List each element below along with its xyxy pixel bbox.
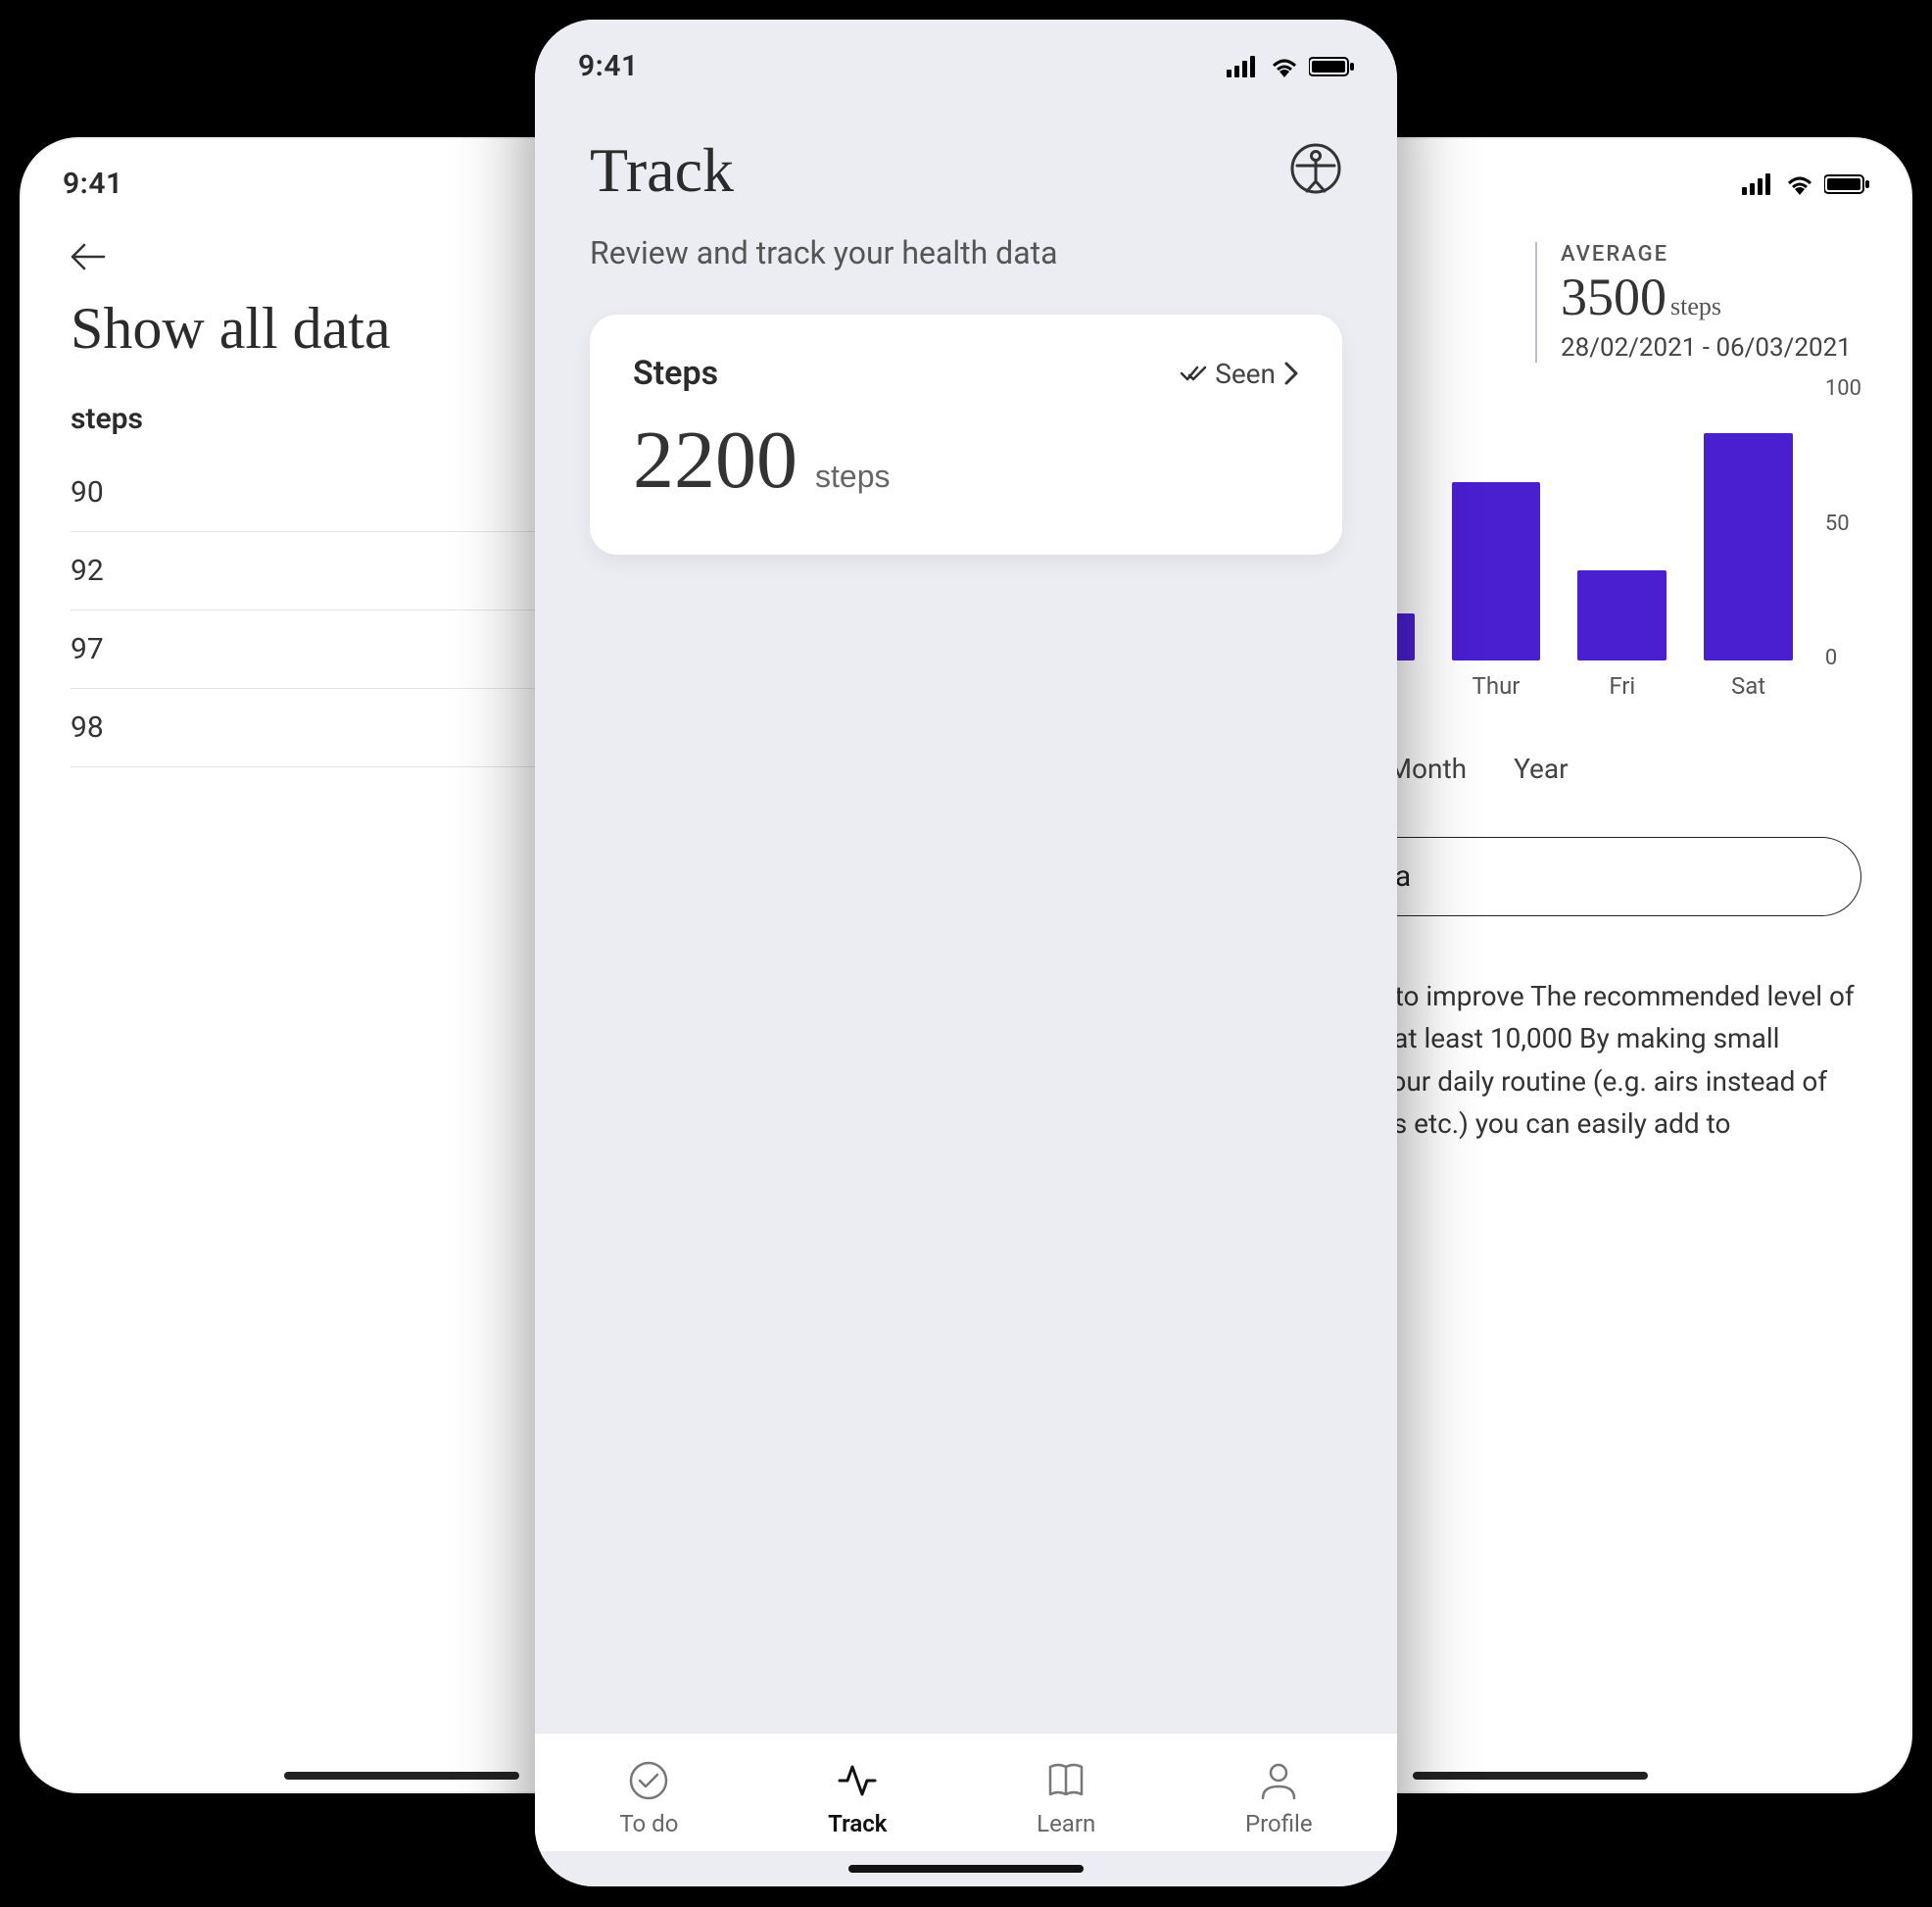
chart-ylabel: 0 xyxy=(1825,646,1861,670)
back-arrow-icon[interactable] xyxy=(71,238,106,279)
tab-year[interactable]: Year xyxy=(1514,753,1569,798)
battery-icon xyxy=(1824,173,1869,195)
cellular-icon xyxy=(1227,56,1260,77)
wifi-icon xyxy=(1785,173,1814,195)
row-value: 97 xyxy=(71,632,104,666)
home-indicator[interactable] xyxy=(848,1865,1084,1873)
nav-todo[interactable]: To do xyxy=(602,1753,696,1843)
average-unit: steps xyxy=(1670,292,1721,320)
phone-track: 9:41 Track Review and track your health … xyxy=(535,20,1397,1886)
home-indicator[interactable] xyxy=(284,1772,519,1780)
page-subtitle: Review and track your health data xyxy=(590,234,1342,271)
bottom-nav: To do Track Learn Profile xyxy=(535,1733,1397,1851)
metric-unit: steps xyxy=(815,459,890,495)
row-value: 90 xyxy=(71,475,104,510)
chart-ylabel: 50 xyxy=(1825,512,1861,536)
average-range: 28/02/2021 - 06/03/2021 xyxy=(1561,333,1861,363)
status-bar: 9:41 xyxy=(535,20,1397,91)
chart-xlabel: Thur xyxy=(1452,672,1541,700)
page-title: Track xyxy=(590,134,734,207)
cellular-icon xyxy=(1742,173,1775,195)
battery-icon xyxy=(1309,56,1354,77)
card-title: Steps xyxy=(633,354,718,393)
summary-average: AVERAGE 3500steps 28/02/2021 - 06/03/202… xyxy=(1535,242,1861,363)
chevron-right-icon xyxy=(1283,361,1299,386)
body-icon[interactable] xyxy=(1289,142,1342,199)
chart-bar[interactable] xyxy=(1704,433,1793,660)
nav-track[interactable]: Track xyxy=(810,1753,904,1843)
chart-xlabel: Sat xyxy=(1704,672,1793,700)
chart-ylabel: 100 xyxy=(1825,376,1861,401)
seen-indicator: Seen xyxy=(1180,358,1299,390)
chart-bar[interactable] xyxy=(1577,570,1666,660)
double-check-icon xyxy=(1180,364,1207,383)
steps-card[interactable]: Steps Seen 2200 steps xyxy=(590,315,1342,555)
wifi-icon xyxy=(1270,56,1299,77)
status-icons xyxy=(1742,173,1869,195)
check-circle-icon xyxy=(627,1759,670,1802)
average-caption: AVERAGE xyxy=(1561,242,1861,267)
status-time: 9:41 xyxy=(63,167,123,201)
average-value: 3500 xyxy=(1561,268,1666,326)
metric-value: 2200 xyxy=(633,413,797,508)
home-indicator[interactable] xyxy=(1413,1772,1648,1780)
tab-month[interactable]: Month xyxy=(1388,753,1467,798)
book-icon xyxy=(1044,1759,1087,1802)
chart-xlabel: Fri xyxy=(1577,672,1666,700)
status-time: 9:41 xyxy=(578,49,639,83)
chart-bar[interactable] xyxy=(1452,482,1541,660)
user-icon xyxy=(1257,1759,1300,1802)
status-icons xyxy=(1227,56,1354,77)
nav-profile[interactable]: Profile xyxy=(1228,1753,1330,1843)
row-value: 92 xyxy=(71,554,104,588)
activity-icon xyxy=(836,1759,879,1802)
row-value: 98 xyxy=(71,710,104,745)
nav-learn[interactable]: Learn xyxy=(1019,1753,1113,1843)
